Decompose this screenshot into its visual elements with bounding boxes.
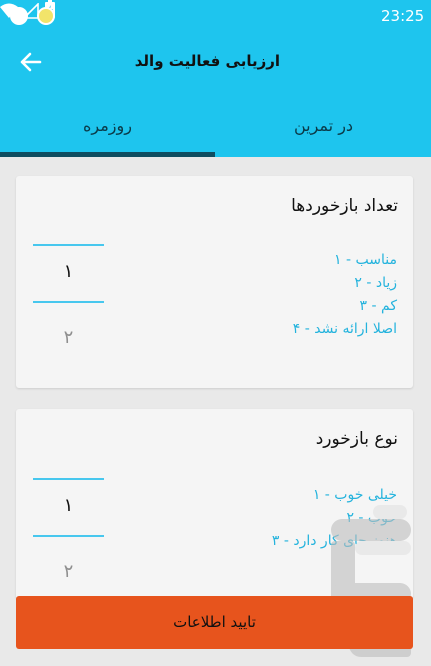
back-button[interactable] <box>14 48 48 76</box>
picker-divider <box>33 244 104 246</box>
number-picker[interactable]: ۱ ۲ <box>33 460 104 590</box>
picker-divider <box>33 301 104 303</box>
tab-in-practice[interactable]: در تمرین <box>216 90 431 157</box>
back-arrow-icon <box>20 52 42 72</box>
option-item[interactable]: ۲ - زیاد <box>197 272 397 295</box>
picker-divider <box>33 535 104 537</box>
tab-indicator <box>0 152 215 157</box>
tab-bar: روزمره در تمرین <box>0 90 431 157</box>
number-picker[interactable]: ۱ ۲ <box>33 226 104 356</box>
picker-selected-value[interactable]: ۱ <box>33 492 104 520</box>
card-title: تعداد بازخوردها <box>291 196 398 216</box>
option-list: ۱ - مناسب ۲ - زیاد ۳ - کم ۴ - اصلا ارائه… <box>197 249 397 341</box>
status-bar: 23:25 <box>0 0 431 33</box>
page-title: ارزیابی فعالیت والد <box>134 52 280 70</box>
picker-divider <box>33 478 104 480</box>
option-item[interactable]: ۲ - خوب <box>197 507 397 530</box>
option-item[interactable]: ۱ - خیلی خوب <box>197 484 397 507</box>
confirm-button[interactable]: تایید اطلاعات <box>16 596 413 649</box>
tab-routine[interactable]: روزمره <box>0 90 215 157</box>
toolbar: ارزیابی فعالیت والد <box>0 33 431 90</box>
picker-next-value[interactable]: ۲ <box>33 324 104 352</box>
feedback-count-card: تعداد بازخوردها ۱ - مناسب ۲ - زیاد ۳ - ک… <box>16 176 413 388</box>
feedback-type-card: نوع بازخورد ۱ - خیلی خوب ۲ - خوب ۳ - هنو… <box>16 409 413 599</box>
option-item[interactable]: ۳ - هنوز جای کار دارد <box>197 530 397 553</box>
app-notification-icon <box>10 7 28 25</box>
option-item[interactable]: ۴ - اصلا ارائه نشد <box>197 318 397 341</box>
picker-next-value[interactable]: ۲ <box>33 558 104 586</box>
option-list: ۱ - خیلی خوب ۲ - خوب ۳ - هنوز جای کار دا… <box>197 484 397 553</box>
option-item[interactable]: ۳ - کم <box>197 295 397 318</box>
picker-selected-value[interactable]: ۱ <box>33 258 104 286</box>
app-notification-icon <box>37 7 55 25</box>
card-title: نوع بازخورد <box>315 429 398 449</box>
option-item[interactable]: ۱ - مناسب <box>197 249 397 272</box>
status-time: 23:25 <box>381 7 425 25</box>
